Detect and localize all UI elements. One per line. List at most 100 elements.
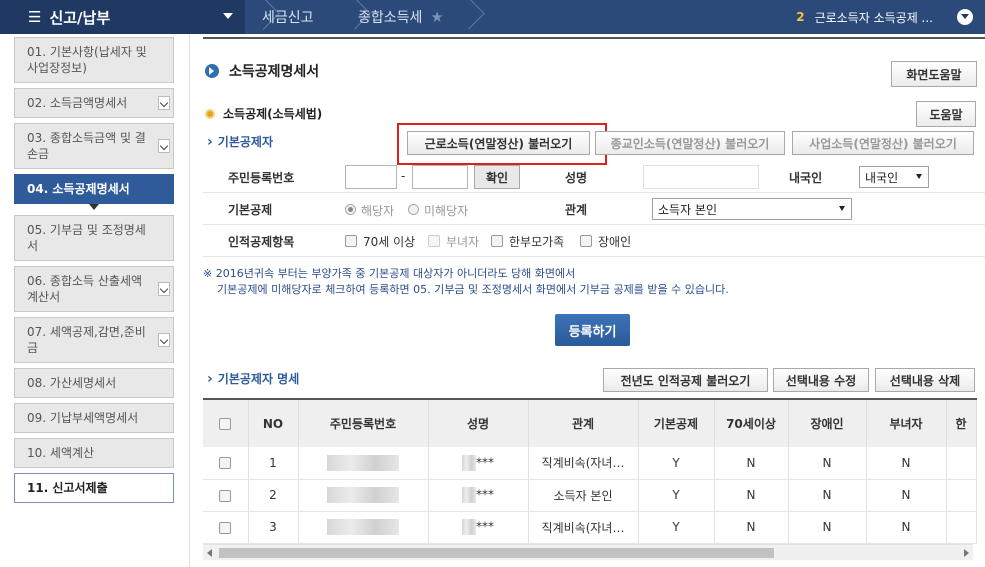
row-rrn bbox=[298, 511, 429, 544]
radio-not-applicable[interactable] bbox=[408, 204, 419, 215]
rrn-first-input[interactable] bbox=[345, 165, 397, 189]
disabled-checkbox[interactable] bbox=[580, 235, 592, 247]
page-title: 소득공제명세서 bbox=[205, 61, 319, 81]
row-woman: N bbox=[866, 479, 947, 512]
load-religious-income-button[interactable]: 종교인소득(연말정산) 불러오기 bbox=[595, 131, 785, 155]
row-no: 3 bbox=[248, 511, 299, 544]
column-header: 기본공제 bbox=[638, 398, 715, 447]
sidebar-item-label: 01. 기본사항(납세자 및 사업장정보) bbox=[27, 45, 147, 75]
delete-selected-button[interactable]: 선택내용 삭제 bbox=[875, 368, 975, 392]
sidebar-item-label: 05. 기부금 및 조정명세서 bbox=[27, 223, 146, 253]
column-header: 부녀자 bbox=[866, 398, 947, 447]
rrn-dash: - bbox=[401, 169, 406, 183]
register-button[interactable]: 등록하기 bbox=[555, 314, 630, 346]
scroll-right-icon[interactable] bbox=[964, 549, 969, 557]
radio-applicable[interactable] bbox=[345, 204, 356, 215]
column-header: 관계 bbox=[528, 398, 639, 447]
row-name-cell: *** bbox=[428, 479, 529, 512]
chevron-down-icon[interactable] bbox=[158, 96, 170, 110]
sidebar-item-basic-info[interactable]: 01. 기본사항(납세자 및 사업장정보) bbox=[14, 37, 174, 83]
section-title: 소득공제(소득세법) bbox=[205, 105, 322, 122]
help-button[interactable]: 도움말 bbox=[916, 101, 976, 127]
list-title: 기본공제자 명세 bbox=[207, 370, 299, 387]
sidebar-item-label: 04. 소득공제명세서 bbox=[27, 182, 130, 196]
sidebar-item-tax-calculation[interactable]: 10. 세액계산 bbox=[14, 438, 174, 468]
load-business-income-button[interactable]: 사업소득(연말정산) 불러오기 bbox=[792, 131, 974, 155]
row-checkbox[interactable] bbox=[219, 457, 232, 470]
sidebar-item-prepaid-tax[interactable]: 09. 기납부세액명세서 bbox=[14, 403, 174, 433]
over70-checkbox[interactable] bbox=[345, 235, 357, 247]
edit-selected-button[interactable]: 선택내용 수정 bbox=[773, 368, 869, 392]
form-row: 인적공제항목 70세 이상 부녀자 한부모가족 장애인 bbox=[203, 225, 985, 257]
over70-label: 70세 이상 bbox=[363, 235, 416, 249]
scroll-left-icon[interactable] bbox=[207, 549, 212, 557]
chevron-down-icon[interactable] bbox=[158, 282, 170, 296]
chevron-down-icon[interactable] bbox=[158, 333, 170, 347]
step-dropdown-icon[interactable] bbox=[957, 9, 973, 25]
row-name-cell: *** bbox=[428, 447, 529, 480]
form-row: 주민등록번호 - 확인 성명 내국인 내국인 bbox=[203, 161, 985, 193]
screen-help-button[interactable]: 화면도움말 bbox=[891, 61, 977, 87]
row-relation: 직계비속(자녀… bbox=[528, 447, 639, 480]
sidebar-item-calculated-tax[interactable]: 06. 종합소득 산출세액계산서 bbox=[14, 266, 174, 312]
dependents-table: NO 주민등록번호 성명 관계 기본공제 70세이상 장애인 부녀자 한 1 *… bbox=[203, 398, 977, 544]
sidebar-item-tax-credit[interactable]: 07. 세액공제,감면,준비금 bbox=[14, 317, 174, 363]
column-header: 70세이상 bbox=[714, 398, 789, 447]
scrollbar-thumb[interactable] bbox=[219, 548, 774, 558]
main-content: 소득공제명세서 화면도움말 소득공제(소득세법) 도움말 기본공제자 근로소득(… bbox=[203, 34, 985, 567]
row-checkbox[interactable] bbox=[219, 489, 232, 502]
woman-checkbox[interactable] bbox=[428, 235, 440, 247]
table-row[interactable]: 3 *** 직계비속(자녀… Y N N N bbox=[203, 511, 977, 544]
sidebar-item-label: 07. 세액공제,감면,준비금 bbox=[27, 325, 146, 355]
main-menu-button[interactable]: ☰ 신고/납부 bbox=[0, 0, 245, 34]
confirm-button[interactable]: 확인 bbox=[474, 165, 520, 189]
sidebar-item-total-income[interactable]: 03. 종합소득금액 및 결손금 bbox=[14, 123, 174, 169]
load-prev-year-button[interactable]: 전년도 인적공제 불러오기 bbox=[603, 368, 768, 392]
row-extra bbox=[946, 447, 977, 480]
row-no: 1 bbox=[248, 447, 299, 480]
chevron-down-icon[interactable] bbox=[158, 139, 170, 153]
single-parent-checkbox[interactable] bbox=[491, 235, 503, 247]
section-title-text: 소득공제(소득세법) bbox=[223, 107, 323, 121]
sidebar-item-donation[interactable]: 05. 기부금 및 조정명세서 bbox=[14, 215, 174, 261]
row-basic: Y bbox=[638, 511, 715, 544]
sidebar-item-label: 06. 종합소득 산출세액계산서 bbox=[27, 274, 143, 304]
name-input[interactable] bbox=[643, 165, 759, 189]
sidebar-item-submit[interactable]: 11. 신고서제출 bbox=[14, 473, 174, 503]
row-over70: N bbox=[714, 479, 789, 512]
table-header-row: NO 주민등록번호 성명 관계 기본공제 70세이상 장애인 부녀자 한 bbox=[203, 398, 977, 447]
rrn-second-input[interactable] bbox=[412, 165, 468, 189]
row-basic: Y bbox=[638, 447, 715, 480]
sidebar-item-label: 11. 신고서제출 bbox=[27, 481, 108, 495]
page-title-text: 소득공제명세서 bbox=[229, 64, 320, 80]
favorite-star-icon[interactable]: ★ bbox=[430, 8, 443, 26]
notice-text: ※ 2016년귀속 부터는 부양가족 중 기본공제 대상자가 아니더라도 당해 … bbox=[203, 266, 729, 298]
sidebar-item-label: 03. 종합소득금액 및 결손금 bbox=[27, 131, 146, 161]
step-sidebar: 01. 기본사항(납세자 및 사업장정보) 02. 소득금액명세서 03. 종합… bbox=[14, 37, 174, 508]
table-row[interactable]: 2 *** 소득자 본인 Y N N N bbox=[203, 479, 977, 512]
breadcrumb-item-tax-report[interactable]: 세금신고 bbox=[262, 0, 314, 34]
current-step-selector[interactable]: 2 근로소득자 소득공제 ... bbox=[796, 0, 933, 34]
row-checkbox[interactable] bbox=[219, 521, 232, 534]
sidebar-item-income-deduction[interactable]: 04. 소득공제명세서 bbox=[14, 174, 174, 204]
column-header: 성명 bbox=[428, 398, 529, 447]
nationality-select[interactable]: 내국인 bbox=[859, 166, 929, 188]
table-row[interactable]: 1 *** 직계비속(자녀… Y N N N bbox=[203, 447, 977, 480]
hamburger-icon: ☰ bbox=[28, 8, 42, 26]
breadcrumb-item-income-tax[interactable]: 종합소득세 ★ bbox=[358, 0, 444, 34]
step-text: 근로소득자 소득공제 ... bbox=[814, 10, 933, 25]
select-all-checkbox[interactable] bbox=[219, 418, 232, 430]
row-name: *** bbox=[476, 455, 494, 470]
notice-line: 기본공제에 미해당자로 체크하여 등록하면 05. 기부금 및 조정명세서 화면… bbox=[217, 283, 729, 296]
dropdown-arrow-icon bbox=[916, 174, 922, 179]
select-all-cell bbox=[203, 398, 249, 447]
bullet-icon bbox=[205, 108, 215, 119]
row-name: *** bbox=[476, 519, 494, 534]
row-over70: N bbox=[714, 511, 789, 544]
relation-select[interactable]: 소득자 본인 bbox=[652, 198, 852, 220]
horizontal-scrollbar[interactable] bbox=[203, 544, 973, 560]
sidebar-item-income-amount[interactable]: 02. 소득금액명세서 bbox=[14, 88, 174, 118]
sidebar-item-label: 10. 세액계산 bbox=[27, 446, 95, 460]
column-header: NO bbox=[248, 398, 299, 447]
sidebar-item-penalty-tax[interactable]: 08. 가산세명세서 bbox=[14, 368, 174, 398]
